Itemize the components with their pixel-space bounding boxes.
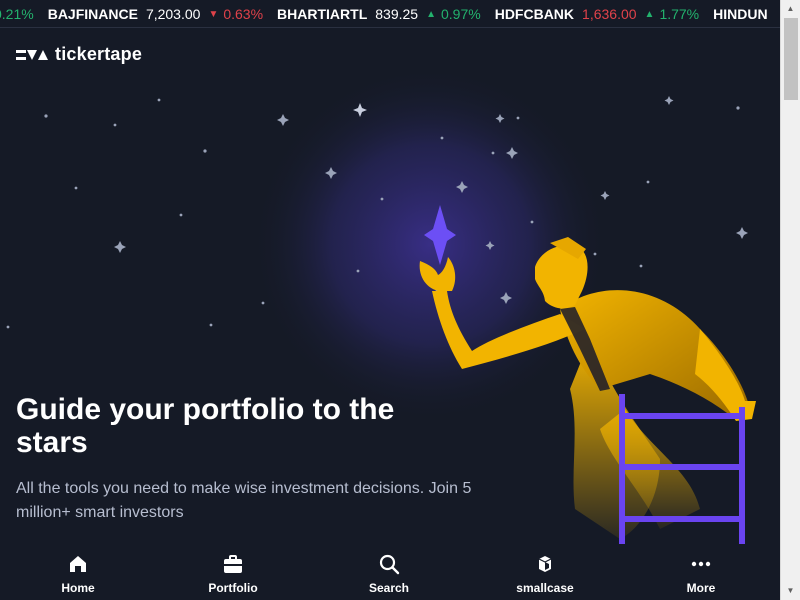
ticker-symbol: BHARTIARTL bbox=[277, 6, 368, 22]
ticker-change-value: 1.77% bbox=[659, 6, 700, 22]
down-arrow-icon: ▼ bbox=[208, 8, 219, 20]
stock-ticker: 0.21% BAJFINANCE 7,203.00 ▼ 0.63% BHARTI… bbox=[0, 0, 780, 28]
nav-portfolio[interactable]: Portfolio bbox=[188, 553, 278, 595]
nav-label: More bbox=[686, 581, 716, 595]
up-arrow-icon: ▲ bbox=[644, 8, 655, 20]
nav-label: Home bbox=[61, 581, 95, 595]
ticker-change: ▲ 1.77% bbox=[645, 6, 700, 22]
ticker-symbol: HDFCBANK bbox=[494, 6, 575, 22]
ticker-change: ▲ 0.97% bbox=[426, 6, 481, 22]
nav-smallcase[interactable]: smallcase bbox=[500, 553, 590, 595]
hero-title: Guide your portfolio to the stars bbox=[16, 393, 395, 459]
nav-label: smallcase bbox=[516, 581, 574, 595]
scrollbar-thumb[interactable] bbox=[784, 18, 798, 100]
ticker-item[interactable]: BHARTIARTL 839.25 ▲ 0.97% bbox=[277, 6, 481, 22]
scroll-up-arrow-icon[interactable]: ▲ bbox=[781, 0, 800, 18]
ticker-item[interactable]: HDFCBANK 1,636.00 ▲ 1.77% bbox=[495, 6, 699, 22]
scroll-down-arrow-icon[interactable]: ▼ bbox=[781, 582, 800, 600]
hero-illustration bbox=[6, 64, 756, 544]
ticker-change: 0.21% bbox=[0, 6, 34, 22]
ladder bbox=[619, 394, 745, 544]
nav-more[interactable]: More bbox=[656, 553, 746, 595]
nav-label: Search bbox=[368, 581, 410, 595]
nav-home[interactable]: Home bbox=[33, 553, 123, 595]
home-icon bbox=[70, 556, 86, 572]
vertical-scrollbar[interactable]: ▲ ▼ bbox=[780, 0, 800, 600]
ticker-price: 7,203.00 bbox=[145, 6, 201, 22]
ticker-change: ▼ 0.63% bbox=[208, 6, 263, 22]
ticker-item[interactable]: 0.21% bbox=[0, 6, 34, 22]
briefcase-icon bbox=[224, 555, 242, 573]
up-arrow-icon: ▲ bbox=[426, 8, 436, 20]
ticker-symbol: BAJFINANCE bbox=[47, 6, 138, 22]
ticker-item[interactable]: BAJFINANCE 7,203.00 ▼ 0.63% bbox=[48, 6, 263, 22]
nav-search[interactable]: Search bbox=[344, 553, 434, 595]
hero-subtitle: All the tools you need to make wise inve… bbox=[16, 480, 472, 521]
ticker-price: 839.25 bbox=[375, 6, 419, 22]
more-dots-icon bbox=[691, 561, 711, 567]
smallcase-icon bbox=[538, 556, 552, 572]
nav-label: Portfolio bbox=[208, 581, 258, 595]
search-icon bbox=[379, 554, 400, 575]
ticker-change-value: 0.63% bbox=[223, 6, 264, 22]
ticker-symbol: HINDUN bbox=[713, 6, 768, 22]
ticker-price: 1,636.00 bbox=[582, 6, 637, 22]
ticker-change-value: 0.97% bbox=[441, 6, 481, 22]
ticker-item[interactable]: HINDUN bbox=[713, 6, 775, 22]
bottom-navigation: Home Portfolio Search smallcase More bbox=[0, 548, 780, 600]
